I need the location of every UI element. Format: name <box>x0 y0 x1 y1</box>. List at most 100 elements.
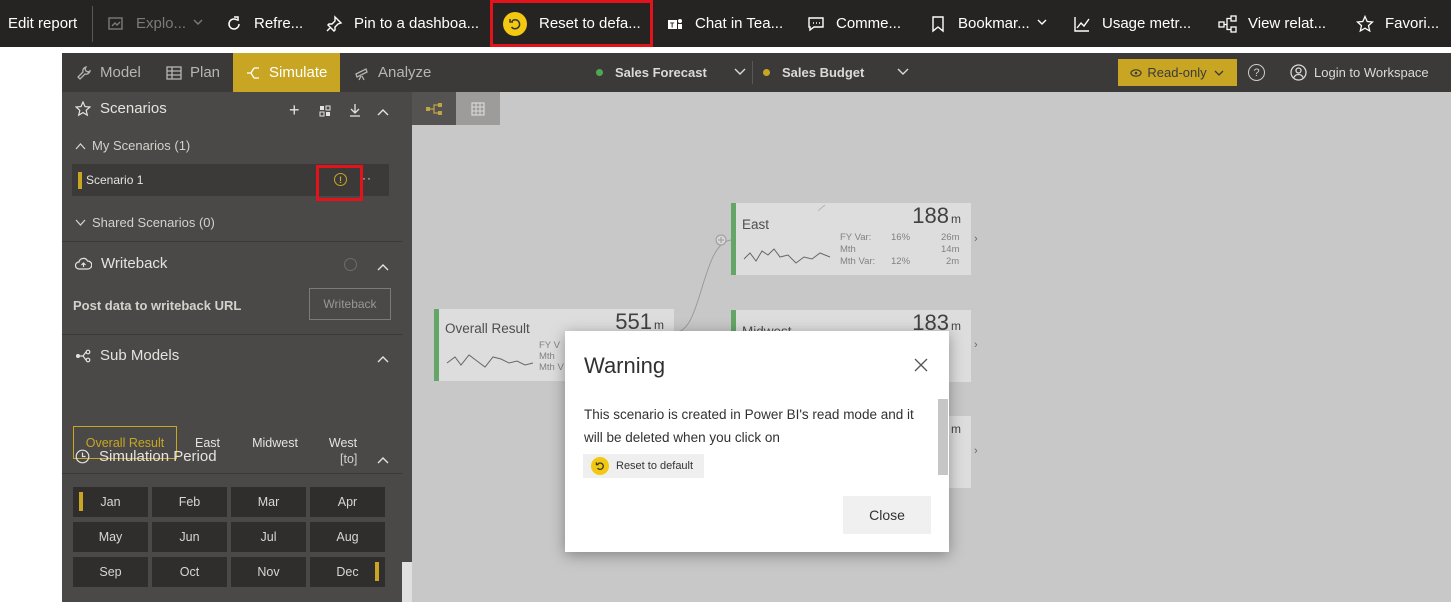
scenario-row[interactable]: Scenario 1 ! ·· <box>72 164 389 196</box>
month-feb[interactable]: Feb <box>152 487 227 517</box>
tab-analyze[interactable]: Analyze <box>340 53 440 92</box>
chevron-up-icon <box>75 142 86 149</box>
month-label: Dec <box>336 565 359 579</box>
tab-simulate[interactable]: Simulate <box>233 53 340 92</box>
chevron-down-icon <box>192 15 204 32</box>
shared-scenarios-toggle[interactable]: Shared Scenarios (0) <box>75 215 215 230</box>
tab-simulate-label: Simulate <box>269 64 328 81</box>
month-oct[interactable]: Oct <box>152 557 227 587</box>
bookmarks-button[interactable]: Bookmar... <box>928 0 1048 47</box>
pin-label: Pin to a dashboa... <box>354 15 480 32</box>
top-command-bar: Edit report Explo... Refre... Pin to a d… <box>0 0 1451 47</box>
hierarchy-icon <box>76 349 91 362</box>
month-label: Mar <box>257 495 280 509</box>
reset-icon <box>503 11 527 36</box>
chat-in-teams-button[interactable]: T Chat in Tea... <box>665 0 783 47</box>
star-icon <box>75 100 91 116</box>
pin-to-dashboard-button[interactable]: Pin to a dashboa... <box>324 0 479 47</box>
login-button[interactable]: Login to Workspace <box>1290 53 1429 92</box>
month-jun[interactable]: Jun <box>152 522 227 552</box>
simulation-period-header: Simulation Period <box>75 448 217 465</box>
warning-icon[interactable]: ! <box>334 173 347 186</box>
toolbar-divider <box>92 6 93 42</box>
section-divider <box>62 473 402 474</box>
reset-to-default-chip: Reset to default <box>583 454 704 478</box>
app-header: Model Plan Simulate Analyze Sales Foreca… <box>62 53 1451 92</box>
read-only-button[interactable]: Read-only <box>1118 59 1237 86</box>
submodel-label: Midwest <box>252 435 298 450</box>
month-dec[interactable]: Dec <box>310 557 385 587</box>
add-icon[interactable]: + <box>289 101 300 119</box>
history-icon <box>344 258 357 271</box>
cloud-upload-icon <box>75 257 92 270</box>
favorites-button[interactable]: Favori... <box>1355 0 1439 47</box>
left-panel-scrollbar[interactable] <box>402 92 412 602</box>
edit-report-label: Edit report <box>8 15 78 32</box>
warning-dialog: Warning This scenario is created in Powe… <box>565 331 949 552</box>
dialog-message: This scenario is created in Power BI's r… <box>584 407 914 445</box>
sales-forecast-label: Sales Forecast <box>615 65 707 80</box>
close-button[interactable]: Close <box>843 496 931 534</box>
sales-forecast-selector[interactable]: Sales Forecast <box>596 53 747 92</box>
close-icon[interactable] <box>913 357 929 378</box>
download-icon[interactable] <box>349 103 361 122</box>
comments-button[interactable]: Comme... <box>806 0 901 47</box>
scrollbar-thumb[interactable] <box>402 92 412 562</box>
period-range-badge[interactable]: [to] <box>340 452 357 466</box>
month-label: Oct <box>179 565 200 579</box>
sales-budget-label: Sales Budget <box>782 65 865 80</box>
range-end-marker <box>375 562 379 581</box>
chevron-up-icon[interactable] <box>376 104 390 122</box>
usage-metrics-button[interactable]: Usage metr... <box>1072 0 1191 47</box>
month-label: Apr <box>337 495 358 509</box>
tab-model[interactable]: Model <box>62 53 154 92</box>
view-related-button[interactable]: View relat... <box>1218 0 1326 47</box>
month-label: Nov <box>257 565 280 579</box>
edit-report-button[interactable]: Edit report <box>8 0 77 47</box>
chevron-down-icon <box>733 64 747 81</box>
explore-button[interactable]: Explo... <box>106 0 204 47</box>
eye-icon <box>1130 68 1142 77</box>
tab-plan-label: Plan <box>190 64 221 81</box>
month-jul[interactable]: Jul <box>231 522 306 552</box>
header-divider <box>752 61 753 84</box>
status-dot-gold <box>763 69 770 76</box>
submodel-midwest[interactable]: Midwest <box>242 426 308 459</box>
chevron-up-icon[interactable] <box>376 259 390 277</box>
sales-budget-selector[interactable]: Sales Budget <box>763 53 910 92</box>
comments-label: Comme... <box>836 15 902 32</box>
help-icon[interactable]: ? <box>1248 64 1265 81</box>
pin-icon <box>324 14 344 34</box>
writeback-header: Writeback <box>75 255 167 272</box>
chevron-up-icon[interactable] <box>376 351 390 369</box>
shared-scenarios-label: Shared Scenarios (0) <box>92 215 215 230</box>
refresh-button[interactable]: Refre... <box>224 0 303 47</box>
month-sep[interactable]: Sep <box>73 557 148 587</box>
chart-line-icon <box>1072 14 1092 34</box>
tab-plan[interactable]: Plan <box>158 53 233 92</box>
more-options-icon[interactable]: ·· <box>362 171 372 185</box>
month-mar[interactable]: Mar <box>231 487 306 517</box>
month-label: May <box>98 530 123 544</box>
sub-models-header: Sub Models <box>75 347 179 364</box>
section-divider <box>62 334 402 335</box>
month-aug[interactable]: Aug <box>310 522 385 552</box>
chevron-down-icon <box>75 219 86 226</box>
refresh-label: Refre... <box>254 15 304 32</box>
chevron-down-icon <box>1214 70 1224 76</box>
status-dot-green <box>596 69 603 76</box>
writeback-button-label: Writeback <box>323 297 377 311</box>
month-label: Jan <box>100 495 121 509</box>
chevron-up-icon[interactable] <box>376 452 390 470</box>
month-apr[interactable]: Apr <box>310 487 385 517</box>
compare-icon[interactable] <box>319 104 331 122</box>
writeback-button[interactable]: Writeback <box>309 288 391 320</box>
month-jan[interactable]: Jan <box>73 487 148 517</box>
scenario-name: Scenario 1 <box>86 173 144 187</box>
writeback-url-label: Post data to writeback URL <box>73 298 242 313</box>
reset-to-default-button[interactable]: Reset to defa... <box>503 0 641 47</box>
month-nov[interactable]: Nov <box>231 557 306 587</box>
my-scenarios-toggle[interactable]: My Scenarios (1) <box>75 138 190 153</box>
month-may[interactable]: May <box>73 522 148 552</box>
dialog-scrollbar[interactable] <box>938 399 948 475</box>
